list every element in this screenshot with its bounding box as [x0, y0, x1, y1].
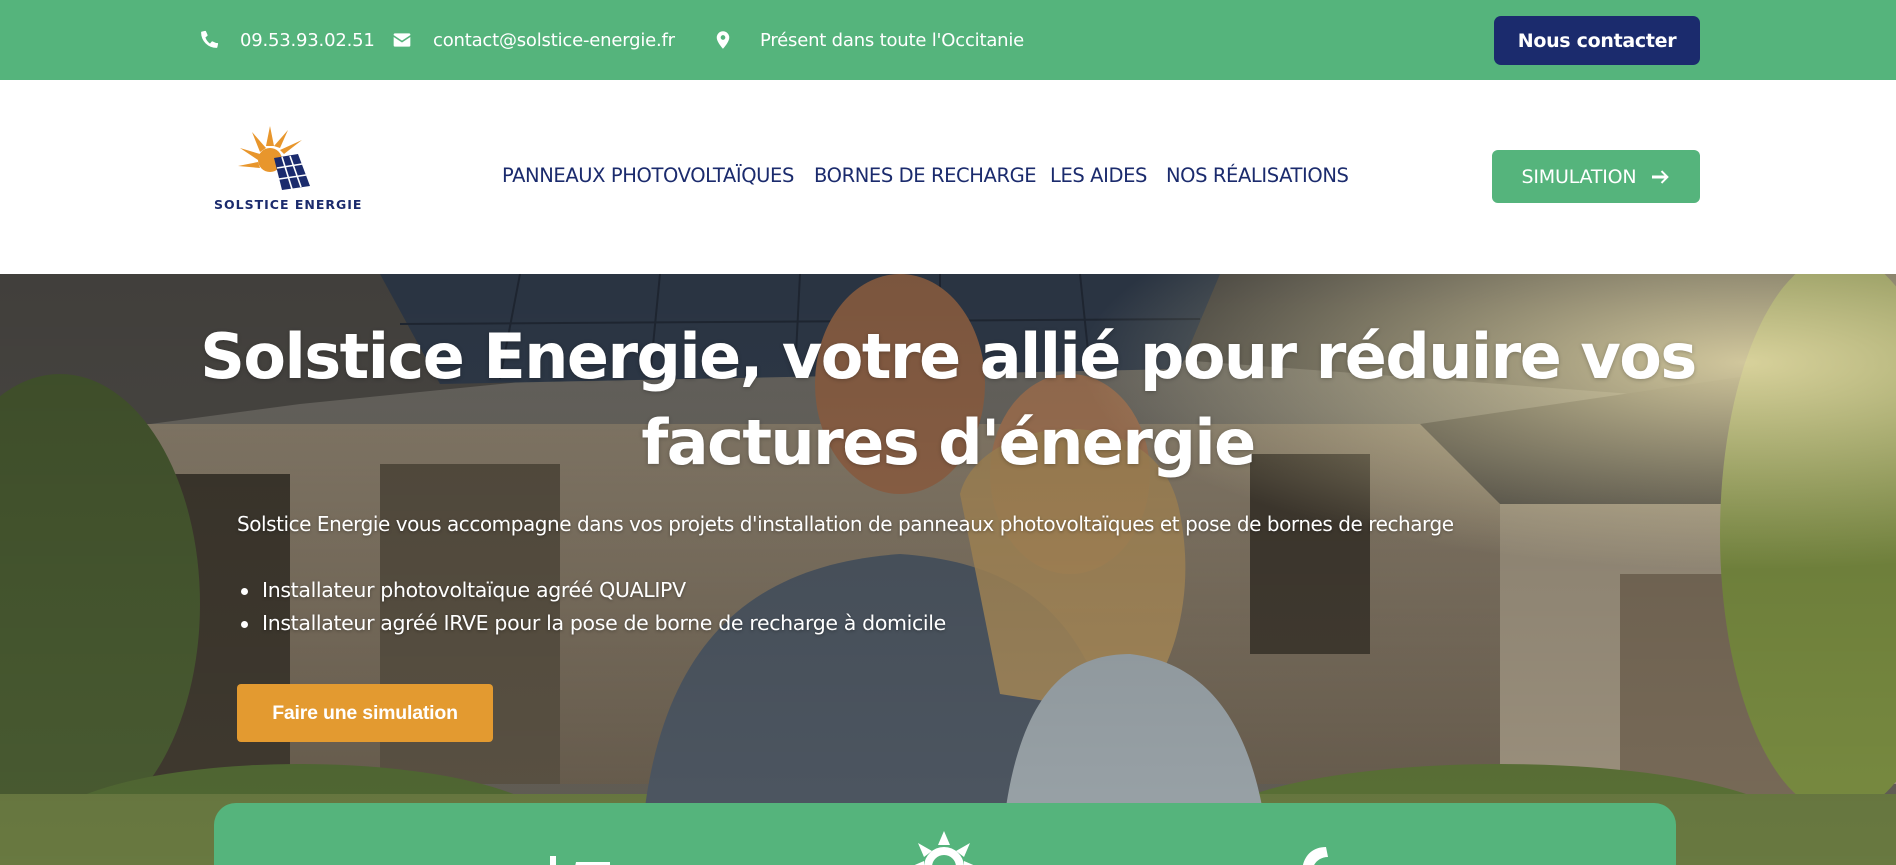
location-info: Présent dans toute l'Occitanie [713, 28, 1024, 52]
nav-nos-realisations[interactable]: NOS RÉALISATIONS [1166, 164, 1349, 190]
email-address: contact@solstice-energie.fr [433, 29, 675, 51]
top-bar: 09.53.93.02.51 contact@solstice-energie.… [0, 0, 1896, 80]
map-pin-icon [716, 31, 730, 49]
arrow-right-icon [1652, 169, 1670, 184]
simulation-cta-button[interactable]: Faire une simulation [237, 684, 493, 742]
sun-icon [914, 831, 974, 865]
nav-les-aides[interactable]: LES AIDES [1050, 164, 1147, 190]
logo-text: SOLSTICE ENERGIE [214, 197, 363, 212]
email-link[interactable]: contact@solstice-energie.fr [392, 28, 675, 52]
main-header: SOLSTICE ENERGIE PANNEAUX PHOTOVOLTAÏQUE… [0, 80, 1896, 274]
phone-number: 09.53.93.02.51 [240, 29, 375, 51]
nav-panneaux-photovoltaiques[interactable]: PANNEAUX PHOTOVOLTAÏQUES [502, 164, 794, 190]
simulation-label: SIMULATION [1521, 165, 1637, 188]
nav-bornes-de-recharge[interactable]: BORNES DE RECHARGE [814, 164, 1037, 190]
simulation-button[interactable]: SIMULATION [1492, 150, 1700, 203]
phone-icon [201, 30, 219, 48]
list-item: Installateur photovoltaïque agréé QUALIP… [237, 574, 946, 607]
envelope-icon [393, 33, 411, 47]
solstice-logo-icon [238, 126, 310, 190]
hero-title: Solstice Energie, votre allié pour rédui… [200, 320, 1697, 479]
features-card [214, 803, 1676, 865]
contact-button[interactable]: Nous contacter [1494, 16, 1700, 65]
hero-bullet-list: Installateur photovoltaïque agréé QUALIP… [237, 574, 946, 640]
list-item: Installateur agréé IRVE pour la pose de … [237, 607, 946, 640]
phone-link[interactable]: 09.53.93.02.51 [199, 28, 375, 52]
location-text: Présent dans toute l'Occitanie [760, 29, 1025, 51]
hero-section: Solstice Energie, votre allié pour rédui… [0, 274, 1896, 865]
logo[interactable]: SOLSTICE ENERGIE [212, 124, 361, 219]
hero-subtitle: Solstice Energie vous accompagne dans vo… [237, 512, 1454, 536]
charging-icon [1303, 847, 1328, 865]
solar-panel-icon [550, 856, 610, 865]
